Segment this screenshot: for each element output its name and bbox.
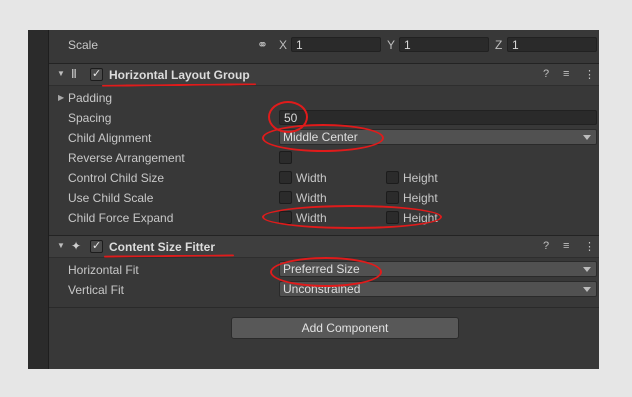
layout-group-title: Horizontal Layout Group — [109, 68, 250, 82]
scale-x-axis-label: X — [279, 38, 288, 52]
fold-down-icon[interactable]: ▼ — [57, 69, 65, 78]
control-child-size-label: Control Child Size — [68, 171, 165, 185]
control-child-size-height-label: Height — [403, 171, 438, 185]
inspector-left-strip — [28, 30, 49, 369]
more-options-icon[interactable]: ⋮ — [584, 68, 595, 81]
size-fitter-icon: ✦ — [71, 239, 82, 253]
child-force-expand-label: Child Force Expand — [68, 211, 174, 225]
help-icon[interactable]: ? — [543, 240, 549, 252]
size-fitter-title: Content Size Fitter — [109, 240, 216, 254]
reverse-arrangement-label: Reverse Arrangement — [68, 151, 185, 165]
use-child-scale-label: Use Child Scale — [68, 191, 154, 205]
annotation-circle-alignment — [262, 124, 384, 152]
spacing-label: Spacing — [68, 111, 112, 125]
fold-down-icon[interactable]: ▼ — [57, 241, 65, 250]
check-icon: ✓ — [92, 240, 102, 252]
use-child-scale-width-checkbox[interactable] — [279, 191, 292, 204]
fold-right-icon[interactable]: ▶ — [58, 93, 64, 102]
layout-group-icon: Ⅱ — [71, 67, 77, 81]
reverse-arrangement-checkbox[interactable] — [279, 151, 292, 164]
add-component-button[interactable]: Add Component — [231, 317, 459, 339]
help-icon[interactable]: ? — [543, 68, 549, 80]
vertical-fit-label: Vertical Fit — [68, 283, 125, 297]
child-alignment-label: Child Alignment — [68, 131, 152, 145]
padding-label: Padding — [68, 91, 113, 105]
horizontal-layout-group-header[interactable]: ▼ Ⅱ ✓ Horizontal Layout Group ? ≡ ⋮ — [49, 63, 599, 86]
presets-icon[interactable]: ≡ — [563, 68, 569, 80]
annotation-circle-force-expand — [262, 205, 442, 229]
scale-row: Scale ⚭ X 1 Y 1 Z 1 — [49, 35, 599, 55]
use-child-scale-height-label: Height — [403, 191, 438, 205]
scale-x-field[interactable]: 1 — [291, 37, 381, 52]
layout-group-enabled-checkbox[interactable]: ✓ — [90, 68, 103, 81]
scale-y-axis-label: Y — [387, 38, 396, 52]
control-child-size-row: Control Child Size Width Height — [49, 168, 599, 188]
chevron-down-icon — [583, 287, 591, 292]
scale-z-field[interactable]: 1 — [507, 37, 597, 52]
spacing-field[interactable]: 50 — [279, 110, 597, 125]
inspector-panel: Scale ⚭ X 1 Y 1 Z 1 ▼ Ⅱ ✓ Horizontal Lay… — [28, 30, 599, 369]
annotation-circle-horizontal-fit — [270, 257, 382, 287]
scale-y-field[interactable]: 1 — [399, 37, 489, 52]
more-options-icon[interactable]: ⋮ — [584, 240, 595, 253]
divider — [49, 307, 599, 308]
inspector-content: Scale ⚭ X 1 Y 1 Z 1 ▼ Ⅱ ✓ Horizontal Lay… — [49, 30, 599, 369]
use-child-scale-height-checkbox[interactable] — [386, 191, 399, 204]
scale-label: Scale — [68, 38, 99, 52]
control-child-size-width-label: Width — [296, 171, 327, 185]
chevron-down-icon — [583, 135, 591, 140]
size-fitter-enabled-checkbox[interactable]: ✓ — [90, 240, 103, 253]
presets-icon[interactable]: ≡ — [563, 240, 569, 252]
control-child-size-width-checkbox[interactable] — [279, 171, 292, 184]
control-child-size-height-checkbox[interactable] — [386, 171, 399, 184]
chevron-down-icon — [583, 267, 591, 272]
horizontal-fit-label: Horizontal Fit — [68, 263, 139, 277]
use-child-scale-width-label: Width — [296, 191, 327, 205]
link-icon[interactable]: ⚭ — [257, 37, 268, 53]
scale-z-axis-label: Z — [495, 38, 503, 52]
check-icon: ✓ — [92, 68, 102, 80]
padding-row[interactable]: ▶ Padding — [49, 88, 599, 108]
